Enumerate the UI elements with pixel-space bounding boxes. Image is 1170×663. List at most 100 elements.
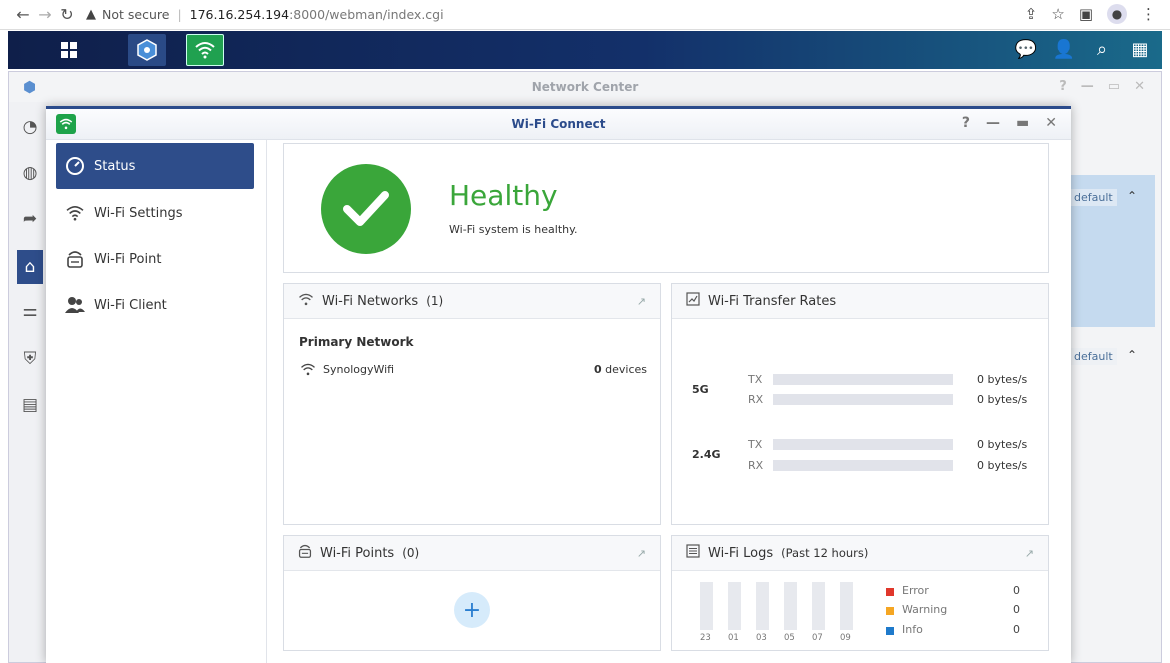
rx-rate-value: 0 bytes/s [977, 459, 1028, 472]
primary-network-label: Primary Network [299, 335, 414, 349]
router-icon [298, 543, 312, 563]
reload-icon[interactable]: ↻ [56, 4, 78, 26]
network-center-taskbar-icon[interactable] [128, 34, 166, 66]
back-icon[interactable]: ← [12, 4, 34, 26]
log-chart-bar [728, 582, 741, 630]
security-shield-icon[interactable]: ⛨ [19, 348, 41, 370]
health-panel: Healthy Wi-Fi system is healthy. [283, 143, 1049, 273]
internet-globe-icon[interactable]: ◍ [19, 162, 41, 184]
wifi-logs-panel: Wi-Fi Logs (Past 12 hours) ↗ 23 01 03 05… [671, 535, 1049, 651]
wifi-networks-count: (1) [426, 294, 444, 308]
health-status-title: Healthy [449, 179, 558, 212]
user-icon[interactable]: 👤 [1052, 37, 1076, 61]
wifi-icon [64, 202, 86, 224]
divider: | [177, 7, 182, 22]
maximize-icon[interactable]: ▬ [1016, 115, 1029, 131]
wifi-icon [300, 363, 316, 379]
chevron-up-icon[interactable]: ⌃ [1127, 348, 1137, 362]
gauge-icon [64, 155, 86, 177]
expand-arrow-icon[interactable]: ↗ [637, 295, 646, 308]
chevron-up-icon[interactable]: ⌃ [1127, 189, 1137, 203]
menu-kebab-icon[interactable]: ⋮ [1141, 5, 1156, 23]
users-icon [64, 294, 86, 316]
wifi-networks-title: Wi-Fi Networks [322, 293, 419, 309]
browser-toolbar: ← → ↻ ▲ Not secure | 176.16.254.194:8000… [0, 0, 1170, 30]
home-network-icon[interactable]: ⌂ [17, 250, 43, 284]
sidebar-item-wifi-client[interactable]: Wi-Fi Client [56, 282, 254, 328]
minimize-icon[interactable]: — [986, 115, 1000, 131]
network-row[interactable]: SynologyWifi 0 devices [299, 362, 647, 380]
chart-icon [686, 292, 700, 310]
widgets-icon[interactable]: ▦ [1128, 37, 1152, 61]
legend-error-swatch [886, 588, 894, 596]
sidebar-item-wifi-point[interactable]: Wi-Fi Point [56, 236, 254, 282]
transfer-rates-title: Wi-Fi Transfer Rates [708, 293, 837, 309]
expand-arrow-icon[interactable]: ↗ [637, 547, 646, 560]
tx-rate-value: 0 bytes/s [977, 373, 1028, 386]
rx-rate-bar [773, 460, 953, 471]
address-bar[interactable]: ▲ Not secure | 176.16.254.194:8000/webma… [86, 7, 444, 22]
close-icon[interactable]: ✕ [1045, 115, 1057, 131]
url-host: 176.16.254.194 [189, 7, 290, 22]
wifi-points-header: Wi-Fi Points (0) ↗ [284, 536, 660, 571]
tx-rate-bar [773, 374, 953, 385]
rx-rate-value: 0 bytes/s [977, 393, 1028, 406]
wifi-connect-logo-icon [56, 114, 76, 134]
wifi-logs-title: Wi-Fi Logs [708, 545, 774, 561]
close-icon[interactable]: ✕ [1134, 79, 1145, 94]
search-icon[interactable]: ⌕ [1090, 37, 1114, 61]
log-x-label: 07 [812, 633, 823, 643]
forward-arrow-icon[interactable]: ➦ [19, 208, 41, 230]
sidebar-item-label: Status [94, 158, 136, 174]
expand-arrow-icon[interactable]: ↗ [1025, 547, 1034, 560]
default-badge-1: default [1070, 189, 1117, 206]
overview-gauge-icon[interactable]: ◔ [19, 116, 41, 138]
transfer-rates-panel: Wi-Fi Transfer Rates 5G TX 0 bytes/s RX … [671, 283, 1049, 525]
help-icon[interactable]: ? [962, 115, 970, 131]
plus-icon: + [462, 597, 482, 623]
notifications-icon[interactable]: 💬 [1014, 37, 1038, 61]
log-x-label: 01 [728, 633, 739, 643]
network-center-titlebar: ⬢ Network Center ? — ▭ ✕ [9, 72, 1161, 102]
security-label: Not secure [102, 7, 170, 22]
device-router-icon[interactable]: ▤ [19, 394, 41, 416]
log-x-label: 09 [840, 633, 851, 643]
tx-rate-value: 0 bytes/s [977, 438, 1028, 451]
profile-icon[interactable]: ● [1107, 4, 1127, 24]
network-center-icon: ⬢ [23, 78, 37, 96]
sidepanel-icon[interactable]: ▣ [1079, 5, 1093, 23]
sidebar-item-wifi-settings[interactable]: Wi-Fi Settings [56, 190, 254, 236]
rx-label: RX [748, 459, 764, 472]
network-center-sidebar: ◔ ◍ ➦ ⌂ ⚌ ⛨ ▤ [9, 102, 49, 662]
wifi-points-title: Wi-Fi Points [320, 545, 395, 561]
dsm-taskbar: 💬 👤 ⌕ ▦ [8, 31, 1162, 69]
bookmark-star-icon[interactable]: ☆ [1051, 5, 1064, 23]
legend-warning-swatch [886, 607, 894, 615]
network-ssid: SynologyWifi [323, 363, 395, 376]
sidebar-item-status[interactable]: Status [56, 143, 254, 189]
legend-warning-label: Warning [902, 603, 948, 616]
device-count: 0 [593, 363, 602, 376]
wifi-points-panel: Wi-Fi Points (0) ↗ + [283, 535, 661, 651]
wifi-connect-taskbar-icon[interactable] [186, 34, 224, 66]
log-x-label: 05 [784, 633, 795, 643]
legend-info-swatch [886, 627, 894, 635]
wifi-connect-titlebar[interactable]: Wi-Fi Connect ? — ▬ ✕ [46, 109, 1071, 140]
log-chart-bar [840, 582, 853, 630]
wifi-connect-window: Wi-Fi Connect ? — ▬ ✕ Status Wi-Fi Setti… [46, 106, 1071, 663]
add-wifi-point-button[interactable]: + [454, 592, 490, 628]
log-chart-bar [756, 582, 769, 630]
minimize-icon[interactable]: — [1081, 79, 1094, 94]
traffic-control-icon[interactable]: ⚌ [19, 300, 41, 322]
log-chart-bar [700, 582, 713, 630]
legend-error-value: 0 [1013, 584, 1020, 597]
main-menu-icon[interactable] [50, 34, 88, 66]
forward-icon[interactable]: → [34, 4, 56, 26]
tx-label: TX [748, 438, 763, 451]
help-icon[interactable]: ? [1059, 79, 1067, 94]
healthy-check-icon [321, 164, 411, 254]
log-x-label: 03 [756, 633, 767, 643]
share-icon[interactable]: ⇪ [1025, 5, 1038, 23]
maximize-icon[interactable]: ▭ [1108, 79, 1120, 94]
sidebar-item-label: Wi-Fi Client [94, 297, 167, 313]
